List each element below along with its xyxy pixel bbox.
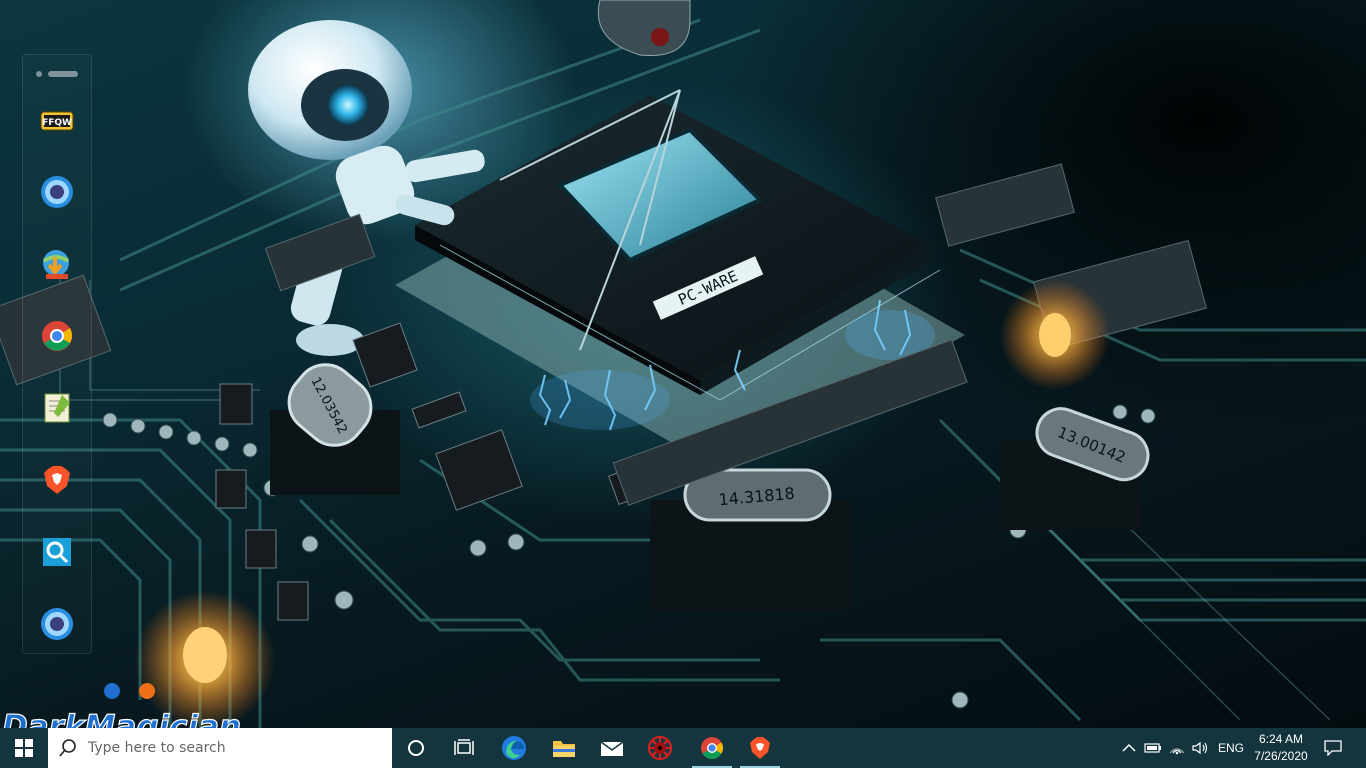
mail-icon [600, 741, 624, 756]
dock-item-chrome[interactable] [38, 317, 76, 355]
red-app-button[interactable] [636, 728, 684, 768]
wifi-icon [1169, 748, 1185, 755]
blue-orb-icon [41, 608, 73, 640]
show-hidden-icons-button[interactable] [1118, 728, 1140, 768]
input-language-button[interactable]: ENG [1216, 728, 1246, 768]
dock-item-search-utility[interactable] [38, 533, 76, 571]
volume-button[interactable] [1190, 728, 1212, 768]
file-explorer-button[interactable] [540, 728, 588, 768]
battery-button[interactable] [1142, 728, 1164, 768]
dock-item-media-player-2[interactable] [38, 605, 76, 643]
wallpaper: PC-WARE 14.31818 13.00142 12.03542 [0, 0, 1366, 728]
brave-icon [750, 737, 770, 759]
clock-time: 6:24 AM [1258, 732, 1304, 746]
speaker-icon [1192, 741, 1208, 755]
watermark-logo: DarkMagician [1, 683, 242, 728]
search-icon [48, 728, 88, 768]
task-view-button[interactable] [440, 728, 488, 768]
app-dock: FFQW [22, 54, 92, 654]
svg-text:FFQW: FFQW [42, 118, 72, 128]
magnifier-icon [43, 538, 71, 566]
crystal-2: 13.00142 [1000, 407, 1150, 530]
network-button[interactable] [1166, 728, 1188, 768]
ffqw-icon: FFQW [40, 111, 74, 131]
red-gear-icon [648, 736, 672, 760]
edge-button[interactable] [490, 728, 538, 768]
cortana-button[interactable] [392, 728, 440, 768]
blue-orb-icon [41, 176, 73, 208]
task-view-icon [454, 739, 474, 755]
desktop: PC-WARE 14.31818 13.00142 12.03542 FFQW … [0, 0, 1366, 728]
brave-icon [44, 466, 70, 494]
clock-date: 7/26/2020 [1254, 749, 1308, 763]
taskbar-search-box[interactable]: Type here to search [48, 728, 392, 768]
taskbar: Type here to search ENG 6:24 AM 7/26/202… [0, 728, 1366, 768]
battery-icon [1144, 743, 1161, 753]
chrome-icon [701, 737, 723, 759]
brave-taskbar-button[interactable] [736, 728, 784, 768]
chrome-taskbar-button[interactable] [688, 728, 736, 768]
chevron-up-icon [1122, 743, 1136, 752]
dock-item-notepad-plus-plus[interactable] [38, 389, 76, 427]
chrome-icon [42, 321, 73, 351]
dock-drag-handle[interactable] [36, 71, 80, 77]
action-center-button[interactable] [1318, 728, 1348, 768]
dock-item-ffqw[interactable]: FFQW [38, 102, 76, 140]
search-placeholder: Type here to search [88, 740, 226, 756]
dock-item-brave[interactable] [38, 461, 76, 499]
notification-icon [1324, 740, 1342, 756]
cortana-circle-icon [408, 740, 424, 756]
notepad-plus-plus-icon [44, 393, 70, 423]
watermark-text: DarkMagician [2, 709, 241, 728]
crystal-1: 14.31818 [650, 468, 850, 610]
edge-icon [502, 736, 526, 760]
dock-item-media-player[interactable] [38, 173, 76, 211]
globe-download-icon [42, 250, 70, 279]
dock-item-download-manager[interactable] [38, 245, 76, 283]
clock[interactable]: 6:24 AM 7/26/2020 [1250, 728, 1312, 768]
windows-logo-icon [15, 739, 33, 757]
start-button[interactable] [0, 728, 48, 768]
folder-icon [553, 741, 575, 757]
mail-button[interactable] [588, 728, 636, 768]
